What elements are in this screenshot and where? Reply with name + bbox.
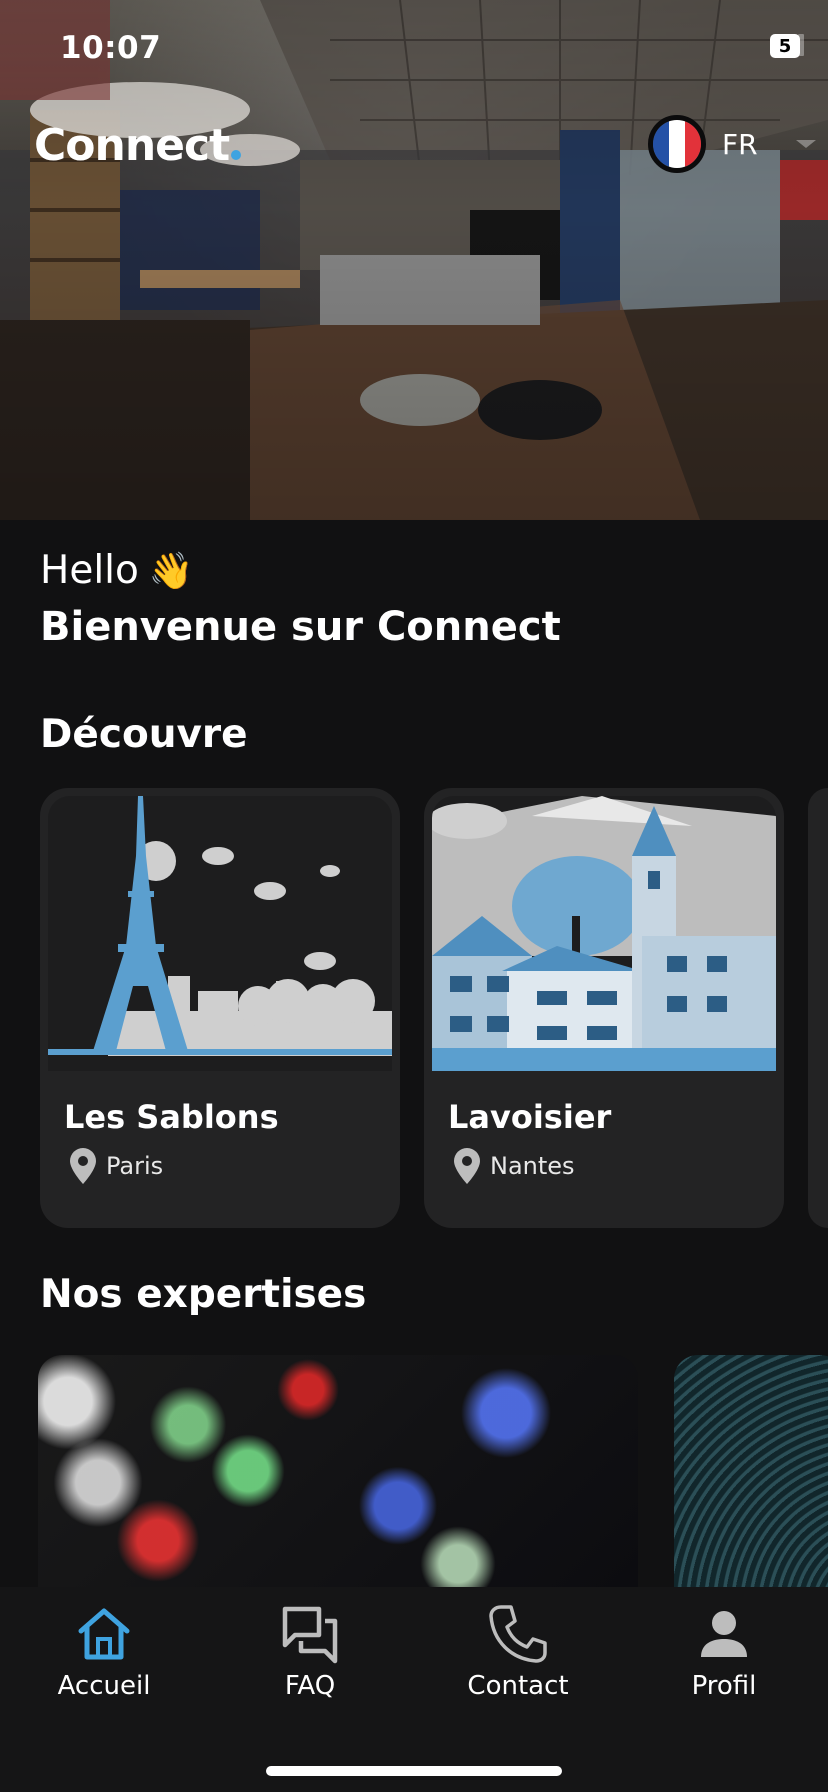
- brand-name: Connect: [34, 120, 230, 171]
- chevron-down-icon: [796, 140, 816, 148]
- status-time: 10:07: [60, 30, 162, 66]
- hello-label: Hello: [40, 548, 139, 593]
- phone-icon: [489, 1605, 547, 1663]
- france-flag-icon: [648, 115, 706, 173]
- site-card-lavoisier[interactable]: Lavoisier Nantes: [424, 788, 784, 1228]
- site-name: Lavoisier: [448, 1098, 612, 1136]
- nantes-illustration: [432, 796, 776, 1071]
- tab-faq[interactable]: FAQ: [230, 1603, 390, 1701]
- battery-level: 5: [778, 35, 792, 57]
- site-name: Les Sablons: [64, 1098, 279, 1136]
- chat-bubbles-icon: [282, 1606, 338, 1664]
- expertise-card-led[interactable]: [38, 1355, 638, 1587]
- tab-profil[interactable]: Profil: [644, 1603, 804, 1701]
- battery-icon: 5: [770, 34, 800, 58]
- site-city: Paris: [106, 1152, 164, 1180]
- paris-illustration: [48, 796, 392, 1071]
- brand-logo: Connect: [34, 120, 242, 171]
- tab-label: Profil: [691, 1671, 757, 1701]
- site-location: Paris: [70, 1148, 163, 1184]
- tab-label: Accueil: [57, 1671, 151, 1701]
- waving-hand-icon: 👋: [148, 550, 194, 592]
- site-location: Nantes: [454, 1148, 575, 1184]
- site-card-partial[interactable]: [808, 788, 828, 1228]
- tab-label: FAQ: [284, 1671, 336, 1701]
- hero-overlay: [0, 0, 828, 520]
- tab-accueil[interactable]: Accueil: [24, 1603, 184, 1701]
- tab-label: Contact: [467, 1671, 569, 1701]
- site-city: Nantes: [490, 1152, 575, 1180]
- language-selector[interactable]: FR: [648, 115, 758, 173]
- location-pin-icon: [70, 1148, 96, 1184]
- bottom-tab-bar: Accueil FAQ Contact Profil: [0, 1587, 828, 1792]
- hero-image: 10:07 5 Connect FR: [0, 0, 828, 520]
- home-icon: [78, 1608, 130, 1660]
- brand-dot: [231, 150, 242, 160]
- person-icon: [701, 1611, 747, 1657]
- hello-text: Hello 👋: [40, 548, 194, 593]
- language-label: FR: [722, 127, 758, 161]
- welcome-title: Bienvenue sur Connect: [40, 604, 561, 650]
- status-icons: 5: [770, 34, 804, 58]
- tab-contact[interactable]: Contact: [438, 1603, 598, 1701]
- discover-title: Découvre: [40, 712, 248, 757]
- expertises-title: Nos expertises: [40, 1272, 367, 1317]
- site-card-les-sablons[interactable]: Les Sablons Paris: [40, 788, 400, 1228]
- location-pin-icon: [454, 1148, 480, 1184]
- home-indicator: [266, 1766, 562, 1776]
- expertise-card-star-trails[interactable]: [674, 1355, 828, 1587]
